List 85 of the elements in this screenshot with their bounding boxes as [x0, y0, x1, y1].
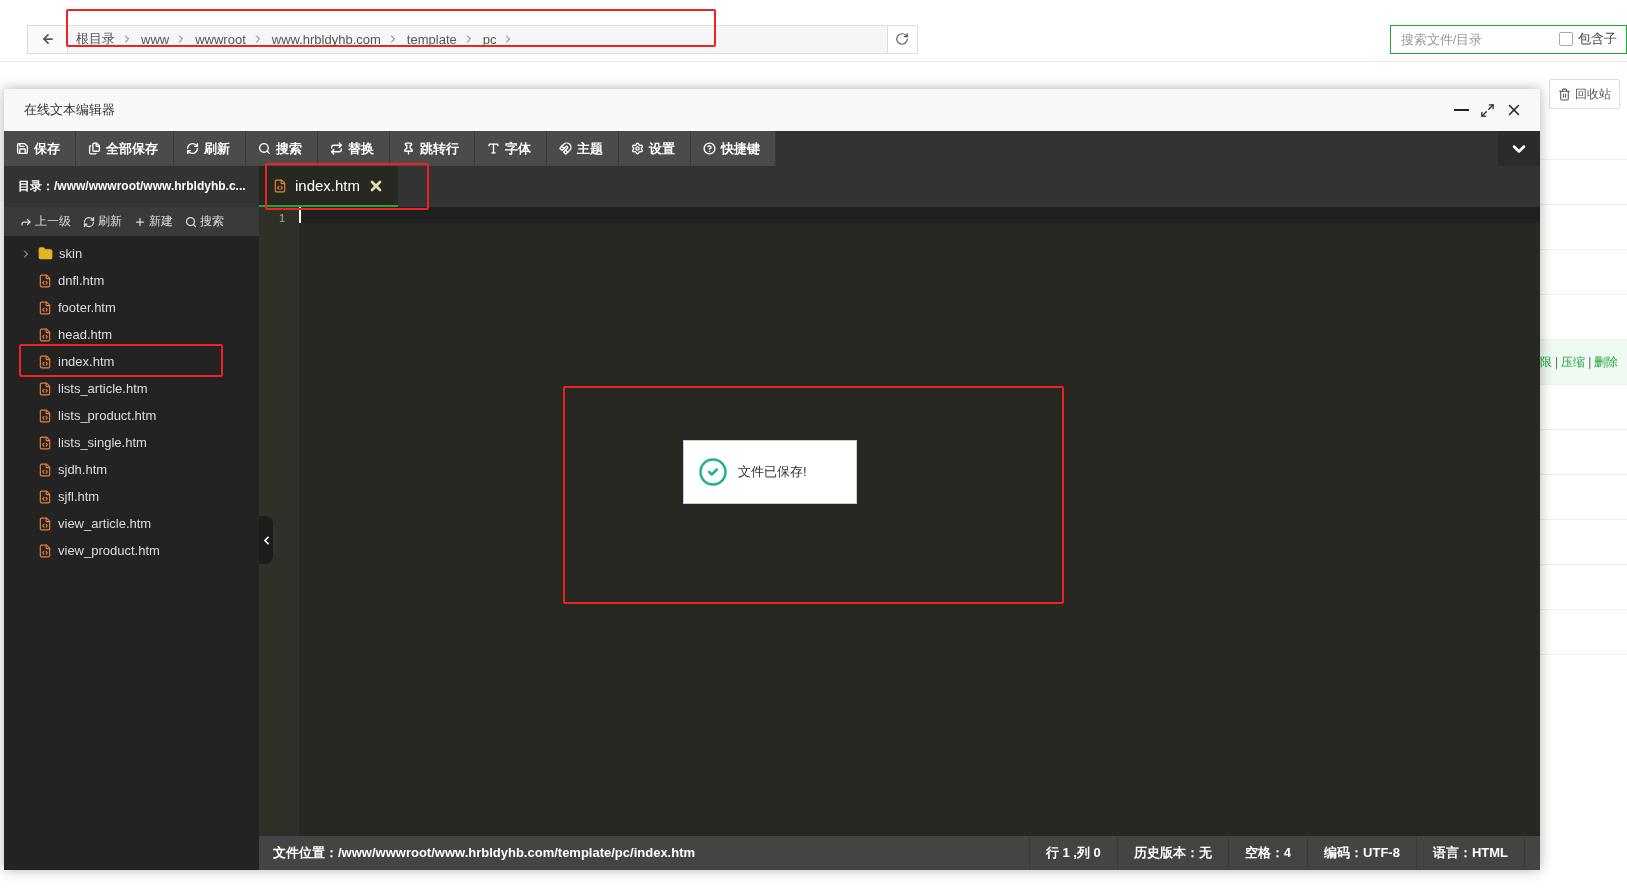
html-file-icon — [273, 178, 287, 193]
checkbox[interactable] — [1558, 32, 1573, 46]
repeat-icon — [330, 142, 343, 155]
help-icon — [703, 142, 716, 155]
toolbar-button[interactable]: 主题 — [547, 131, 619, 166]
sidebar-action[interactable]: 上一级 — [20, 213, 71, 230]
toolbar-button[interactable]: 设置 — [619, 131, 691, 166]
separator: | — [1555, 355, 1559, 369]
toolbar-button[interactable]: 保存 — [4, 131, 76, 166]
file-item[interactable]: view_product.htm — [4, 537, 259, 564]
status-item: 空格：4 — [1227, 836, 1308, 870]
file-item[interactable]: sjfl.htm — [4, 483, 259, 510]
html-file-icon — [38, 300, 52, 315]
html-file-icon — [38, 354, 52, 369]
file-item[interactable]: lists_single.htm — [4, 429, 259, 456]
html-file-icon — [38, 273, 52, 288]
file-item[interactable]: footer.htm — [4, 294, 259, 321]
html-file-icon — [38, 543, 52, 558]
trash-icon — [1558, 87, 1571, 101]
breadcrumb-item[interactable]: www — [133, 31, 176, 47]
html-file-icon — [38, 435, 52, 450]
breadcrumb-item[interactable]: wwwroot — [187, 31, 252, 47]
checkbox-label: 包含子 — [1577, 30, 1617, 48]
refresh-icon — [83, 215, 95, 228]
check-circle-icon — [698, 457, 728, 487]
files-icon — [88, 142, 101, 155]
collapse-handle[interactable] — [259, 516, 273, 564]
magnet-icon — [559, 142, 572, 155]
refresh-icon — [186, 142, 199, 155]
line-number: 1 — [278, 212, 285, 224]
code-area[interactable]: 文件已保存! — [299, 207, 1540, 836]
sidebar-action[interactable]: 搜索 — [185, 213, 224, 230]
minimize-icon — [1454, 109, 1469, 111]
html-file-icon — [38, 408, 52, 423]
window-title: 在线文本编辑器 — [24, 101, 116, 119]
breadcrumb-item[interactable]: www.hrbldyhb.com — [263, 31, 387, 47]
breadcrumb-item[interactable]: template — [398, 31, 463, 47]
status-item: 历史版本：无 — [1116, 836, 1228, 870]
html-file-icon — [38, 462, 52, 477]
reload-icon — [895, 32, 910, 46]
toolbar-button[interactable]: 跳转行 — [390, 131, 475, 166]
file-item[interactable]: lists_article.htm — [4, 375, 259, 402]
search-icon — [258, 142, 271, 155]
back-button[interactable] — [28, 25, 68, 53]
recycle-bin-button[interactable]: 回收站 — [1549, 79, 1620, 109]
html-file-icon — [38, 327, 52, 342]
file-item[interactable]: sjdh.htm — [4, 456, 259, 483]
toolbar-button[interactable]: 全部保存 — [76, 131, 174, 166]
file-item[interactable]: dnfl.htm — [4, 267, 259, 294]
breadcrumb-item[interactable]: 根目录 — [68, 30, 121, 48]
status-item: 行 1 ,列 0 — [1028, 836, 1117, 870]
reload-button[interactable] — [886, 25, 917, 53]
sidebar-action[interactable]: 新建 — [134, 213, 173, 230]
file-item[interactable]: view_article.htm — [4, 510, 259, 537]
html-file-icon — [38, 489, 52, 504]
directory-path: 目录：/www/wwwroot/www.hrbldyhb.c... — [4, 166, 259, 207]
maximize-icon — [1480, 102, 1495, 118]
sidebar-action[interactable]: 刷新 — [83, 213, 122, 230]
file-tab[interactable]: index.htm — [259, 166, 399, 207]
file-item[interactable]: skin — [4, 240, 259, 267]
pin-icon — [402, 142, 415, 155]
folder-icon — [38, 246, 53, 261]
toolbar-button[interactable]: 替换 — [318, 131, 390, 166]
html-file-icon — [38, 381, 52, 396]
text-icon — [487, 142, 500, 155]
search-field[interactable]: 搜索文件/目录 — [1398, 30, 1559, 48]
toolbar-button[interactable]: 刷新 — [174, 131, 246, 166]
file-path: 文件位置：/www/wwwroot/www.hrbldyhb.com/template/pc/index.htm — [272, 844, 697, 862]
settings-icon — [631, 142, 644, 155]
toolbar-button[interactable]: 搜索 — [246, 131, 318, 166]
toast-message: 文件已保存! — [683, 440, 857, 504]
plus-icon — [134, 215, 146, 228]
search-icon — [185, 215, 197, 228]
toolbar-button[interactable]: 快捷键 — [691, 131, 776, 166]
status-item: 语言：HTML — [1415, 836, 1524, 870]
html-file-icon — [38, 516, 52, 531]
status-item: 编码：UTF-8 — [1307, 836, 1416, 870]
save-icon — [16, 142, 29, 155]
collapse-button[interactable] — [1498, 131, 1540, 166]
separator: | — [1588, 355, 1592, 369]
file-item[interactable]: index.htm — [4, 348, 259, 375]
file-item[interactable]: lists_product.htm — [4, 402, 259, 429]
search-bar[interactable]: 搜索文件/目录 包含子 — [1389, 24, 1627, 54]
file-item[interactable]: head.htm — [4, 321, 259, 348]
toolbar-button[interactable]: 字体 — [475, 131, 547, 166]
